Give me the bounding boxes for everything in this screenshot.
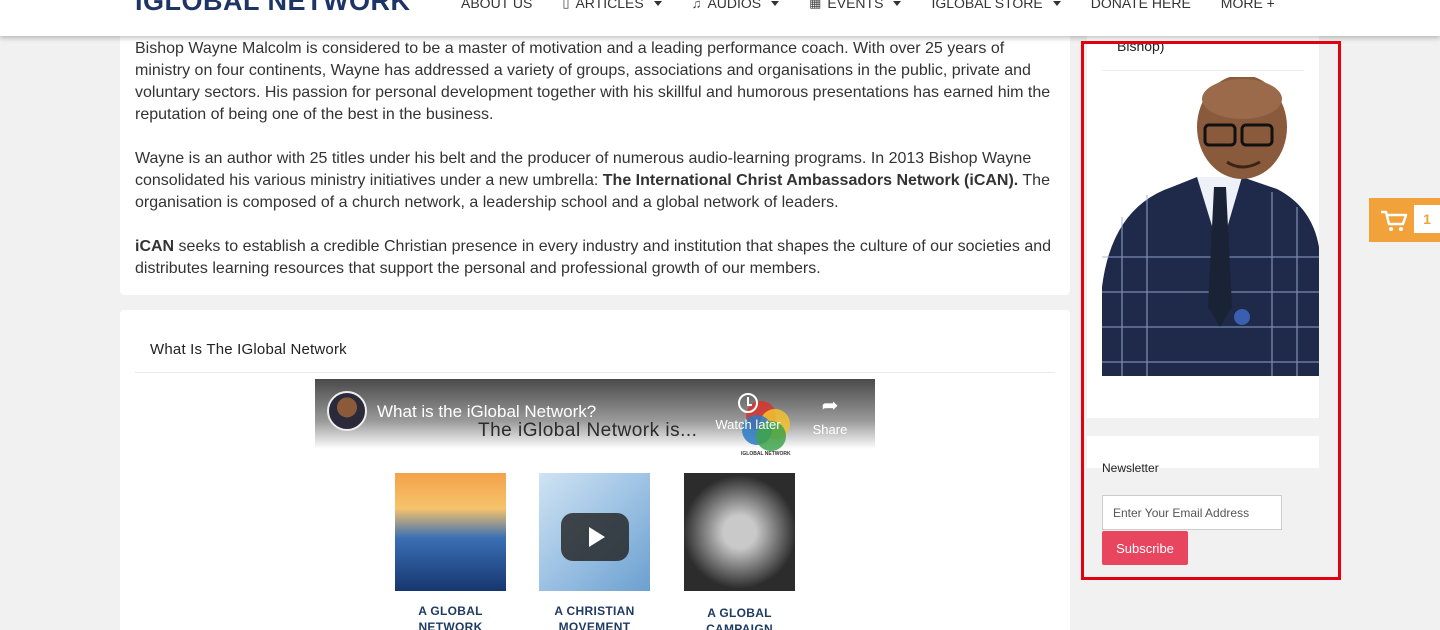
bio-paragraph-1: Bishop Wayne Malcolm is considered to be… <box>135 40 1051 123</box>
youtube-embed[interactable]: What is the iGlobal Network? The iGlobal… <box>315 379 875 630</box>
tile-caption: A GLOBAL CAMPAIGN <box>706 606 773 630</box>
chevron-down-icon <box>893 0 902 6</box>
watch-later-button[interactable]: Watch later <box>713 393 783 432</box>
video-section-title: What Is The IGlobal Network <box>150 341 347 358</box>
author-photo <box>1102 77 1319 376</box>
video-title[interactable]: What is the iGlobal Network? <box>377 402 596 422</box>
divider <box>135 372 1055 373</box>
site-logo[interactable]: IGLOBAL NETWORK <box>135 0 410 17</box>
nav-label: DONATE HERE <box>1090 0 1191 11</box>
nav-audios[interactable]: ♫ AUDIOS <box>691 0 780 11</box>
bio-paragraph-2: Wayne is an author with 25 titles under … <box>135 148 1055 214</box>
chevron-down-icon <box>1052 0 1061 6</box>
tile-caption: A GLOBAL NETWORK <box>418 604 483 630</box>
global-network-image <box>395 473 506 591</box>
nav-about-us[interactable]: ABOUT US <box>461 0 532 11</box>
top-navbar: IGLOBAL NETWORK ABOUT US ▯ ARTICLES ♫ AU… <box>0 0 1440 36</box>
nav-label: MORE + <box>1220 0 1275 11</box>
cart-button[interactable]: 1 <box>1369 198 1440 242</box>
watch-later-label: Watch later <box>715 417 781 432</box>
divider <box>1102 70 1304 71</box>
chevron-down-icon <box>653 0 662 6</box>
email-input[interactable] <box>1102 495 1282 530</box>
music-icon: ♫ <box>691 0 702 11</box>
global-campaign-image <box>684 473 795 591</box>
share-button[interactable]: ➦ Share <box>805 393 855 437</box>
share-arrow-icon: ➦ <box>821 395 839 417</box>
nav-label: ARTICLES <box>575 0 644 11</box>
nav-label: EVENTS <box>827 0 884 11</box>
clock-icon <box>738 393 758 413</box>
logo-caption: IGLOBAL NETWORK <box>741 451 791 457</box>
newsletter-title: Newsletter <box>1102 461 1159 475</box>
nav-articles[interactable]: ▯ ARTICLES <box>562 0 662 11</box>
channel-avatar[interactable] <box>327 391 367 431</box>
subscribe-button[interactable]: Subscribe <box>1102 531 1188 565</box>
cart-icon <box>1381 210 1408 231</box>
nav-iglobal-store[interactable]: IGLOBAL STORE <box>931 0 1061 11</box>
play-button[interactable] <box>561 513 629 561</box>
nav-label: IGLOBAL STORE <box>931 0 1043 11</box>
bio-text: seeks to establish a credible Christian … <box>135 238 1052 277</box>
bookmark-icon: ▯ <box>562 0 570 10</box>
chevron-down-icon <box>771 0 780 6</box>
nav-label: ABOUT US <box>461 0 533 11</box>
calendar-icon: ▦ <box>809 0 822 10</box>
author-name-fragment: Bishop) <box>1117 38 1165 54</box>
main-nav: ABOUT US ▯ ARTICLES ♫ AUDIOS ▦ EVENTS IG… <box>461 0 1305 13</box>
nav-events[interactable]: ▦ EVENTS <box>809 0 902 11</box>
author-portrait-illustration <box>1102 77 1319 376</box>
video-card: What Is The IGlobal Network What is the … <box>120 310 1070 630</box>
nav-label: AUDIOS <box>707 0 762 11</box>
ican-short-name: iCAN <box>135 238 175 255</box>
bio-card: Bishop Wayne Malcolm is considered to be… <box>120 36 1070 295</box>
nav-more[interactable]: MORE + <box>1221 0 1275 11</box>
ican-full-name: The International Christ Ambassadors Net… <box>602 172 1019 189</box>
cart-count-badge: 1 <box>1414 205 1440 233</box>
nav-donate-here[interactable]: DONATE HERE <box>1091 0 1191 11</box>
author-widget: Bishop) <box>1087 36 1319 418</box>
tile-caption: A CHRISTIAN MOVEMENT <box>554 604 635 630</box>
video-subtitle: The iGlobal Network is... <box>478 420 698 441</box>
bio-paragraph-3: iCAN seeks to establish a credible Chris… <box>135 236 1055 280</box>
share-label: Share <box>812 422 848 437</box>
